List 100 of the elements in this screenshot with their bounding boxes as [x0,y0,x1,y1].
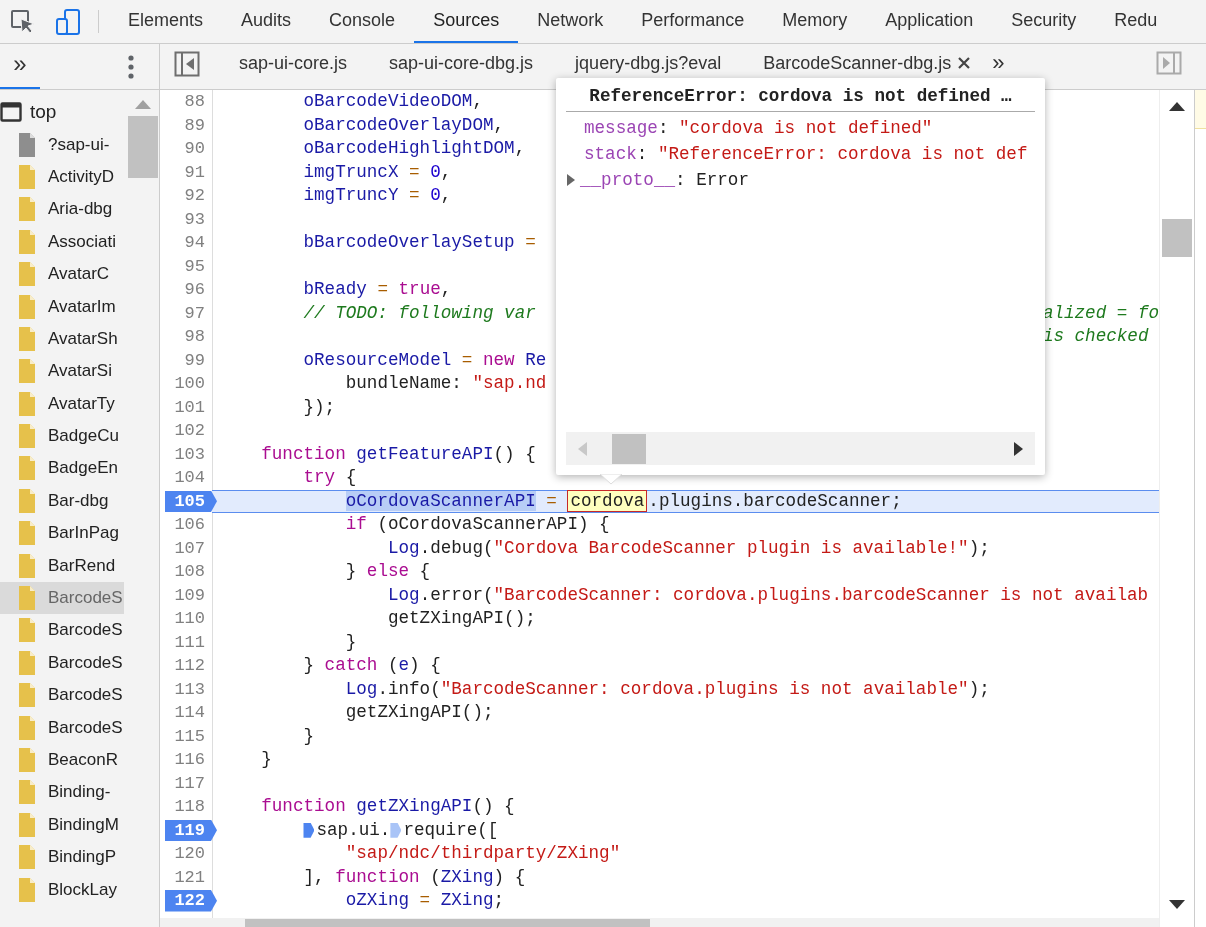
file-tree-item[interactable]: BeaconR [0,743,124,777]
file-tab[interactable]: sap-ui-core.js [218,51,369,75]
line-number[interactable]: 101 [165,396,217,418]
line-number[interactable]: 109 [165,584,217,606]
panel-tab[interactable]: Audits [222,0,311,43]
line-number[interactable]: 117 [165,772,217,794]
scroll-up-icon[interactable] [1168,100,1186,112]
line-number[interactable]: 115 [165,725,217,747]
line-number[interactable]: 91 [165,161,217,183]
line-number[interactable]: 93 [165,208,217,230]
file-tree-item[interactable]: ?sap-ui- [0,128,124,161]
scroll-down-icon[interactable] [1168,899,1186,911]
breakpoint-line-number[interactable]: 122 [165,890,217,912]
code-text: oCordovaScannerAPI = cordova .plugins.barcodeScanner; [345,489,902,513]
breakpoint-line-number[interactable]: 119 [165,819,217,841]
close-icon[interactable] [957,56,972,70]
horizontal-scrollbar[interactable] [160,918,1159,927]
file-tree-item[interactable]: AvatarC [0,257,124,291]
panel-tab[interactable]: Elements [109,0,223,43]
line-number[interactable]: 96 [165,279,217,301]
file-tab[interactable]: jquery-dbg.js?eval [554,51,743,75]
line-number[interactable]: 106 [165,514,217,536]
line-number[interactable]: 113 [165,678,217,700]
scroll-right-icon[interactable] [1013,440,1025,457]
toggle-navigator-icon[interactable] [174,51,200,77]
file-tree-item[interactable]: AvatarTy [0,387,124,420]
file-tree-item[interactable]: BarcodeS [0,646,124,680]
line-number[interactable]: 99 [165,349,217,371]
more-tabs-button[interactable]: » [992,51,1005,75]
line-number[interactable]: 111 [165,631,217,653]
file-tree-item[interactable]: BadgeCu [0,419,124,453]
code-text: } [303,724,315,748]
more-options-icon[interactable] [127,53,135,80]
panel-tab[interactable]: Performance [622,0,764,43]
line-number[interactable]: 120 [165,843,217,865]
panel-tab[interactable]: Console [310,0,415,43]
file-tree-item[interactable]: BarcodeS [0,581,124,615]
file-tree-item[interactable]: ActivityD [0,160,124,194]
line-number[interactable]: 97 [165,302,217,324]
panel-tab[interactable]: Redu [1095,0,1177,43]
line-number[interactable]: 114 [165,702,217,724]
object-property: message: "cordova is not defined" [584,118,933,138]
file-icon [18,325,36,352]
line-number[interactable]: 90 [165,138,217,160]
scrollbar-thumb[interactable] [1162,219,1192,257]
tree-item[interactable]: top [30,101,57,124]
file-tree-item[interactable]: BlockLay [0,873,124,906]
object-property[interactable]: __proto__: Error [580,170,749,190]
panel-tab[interactable]: Memory [763,0,867,43]
line-number[interactable]: 100 [165,373,217,395]
inspect-element-icon[interactable] [10,8,36,35]
code-text: bBarcodeOverlaySetup = [303,231,536,254]
line-number[interactable]: 110 [165,608,217,630]
file-tree-item[interactable]: AvatarSi [0,355,124,388]
inline-breakpoint-icon[interactable] [303,822,315,838]
file-tree-item[interactable]: AvatarSh [0,322,124,356]
panel-tab[interactable]: Security [992,0,1096,43]
panel-tab[interactable]: Application [866,0,993,43]
file-tree-item[interactable]: BarcodeS [0,614,124,647]
line-number[interactable]: 95 [165,255,217,277]
line-number[interactable]: 102 [165,420,217,442]
device-toolbar-icon[interactable] [56,8,80,35]
file-tab[interactable]: sap-ui-core-dbg.js [368,51,555,75]
code-text: getZXingAPI(); [387,607,536,630]
file-tree-item[interactable]: Bar-dbg [0,484,124,518]
line-number[interactable]: 112 [165,655,217,677]
file-tree-item[interactable]: Binding- [0,776,124,809]
expand-icon[interactable] [566,173,576,187]
file-tree-item[interactable]: BarInPag [0,517,124,550]
code-text: "sap/ndc/thirdparty/ZXing" [345,842,621,865]
file-tab[interactable]: BarcodeScanner-dbg.js [742,51,993,75]
file-tree-item[interactable]: BindingP [0,841,124,874]
line-number[interactable]: 89 [165,114,217,136]
file-tree-item[interactable]: BarcodeS [0,711,124,744]
file-tree-item[interactable]: AvatarIm [0,290,124,323]
scrollbar-thumb[interactable] [128,116,158,178]
line-number[interactable]: 88 [165,91,217,113]
file-icon [18,714,36,741]
more-tabs-button[interactable]: » [0,44,40,89]
panel-tab[interactable]: Network [518,0,623,43]
file-tree-item[interactable]: BindingM [0,808,124,841]
line-number[interactable]: 118 [165,796,217,818]
line-number[interactable]: 98 [165,326,217,348]
scrollbar-thumb[interactable] [245,919,650,927]
toggle-debugger-icon[interactable] [1156,51,1182,75]
line-number[interactable]: 103 [165,443,217,465]
file-tree-item[interactable]: BarRend [0,549,124,582]
line-number[interactable]: 94 [165,232,217,254]
line-number[interactable]: 92 [165,185,217,207]
line-number[interactable]: 108 [165,561,217,583]
line-number[interactable]: 116 [165,749,217,771]
line-number[interactable]: 104 [165,467,217,489]
line-number[interactable]: 107 [165,537,217,559]
file-tree-item[interactable]: BarcodeS [0,679,124,712]
file-tree-item[interactable]: Associati [0,225,124,258]
file-tree-item[interactable]: BadgeEn [0,452,124,485]
line-number[interactable]: 121 [165,866,217,888]
file-tree-item[interactable]: Aria-dbg [0,193,124,226]
scrollbar-thumb[interactable] [612,433,646,464]
code-text: } [261,748,272,771]
